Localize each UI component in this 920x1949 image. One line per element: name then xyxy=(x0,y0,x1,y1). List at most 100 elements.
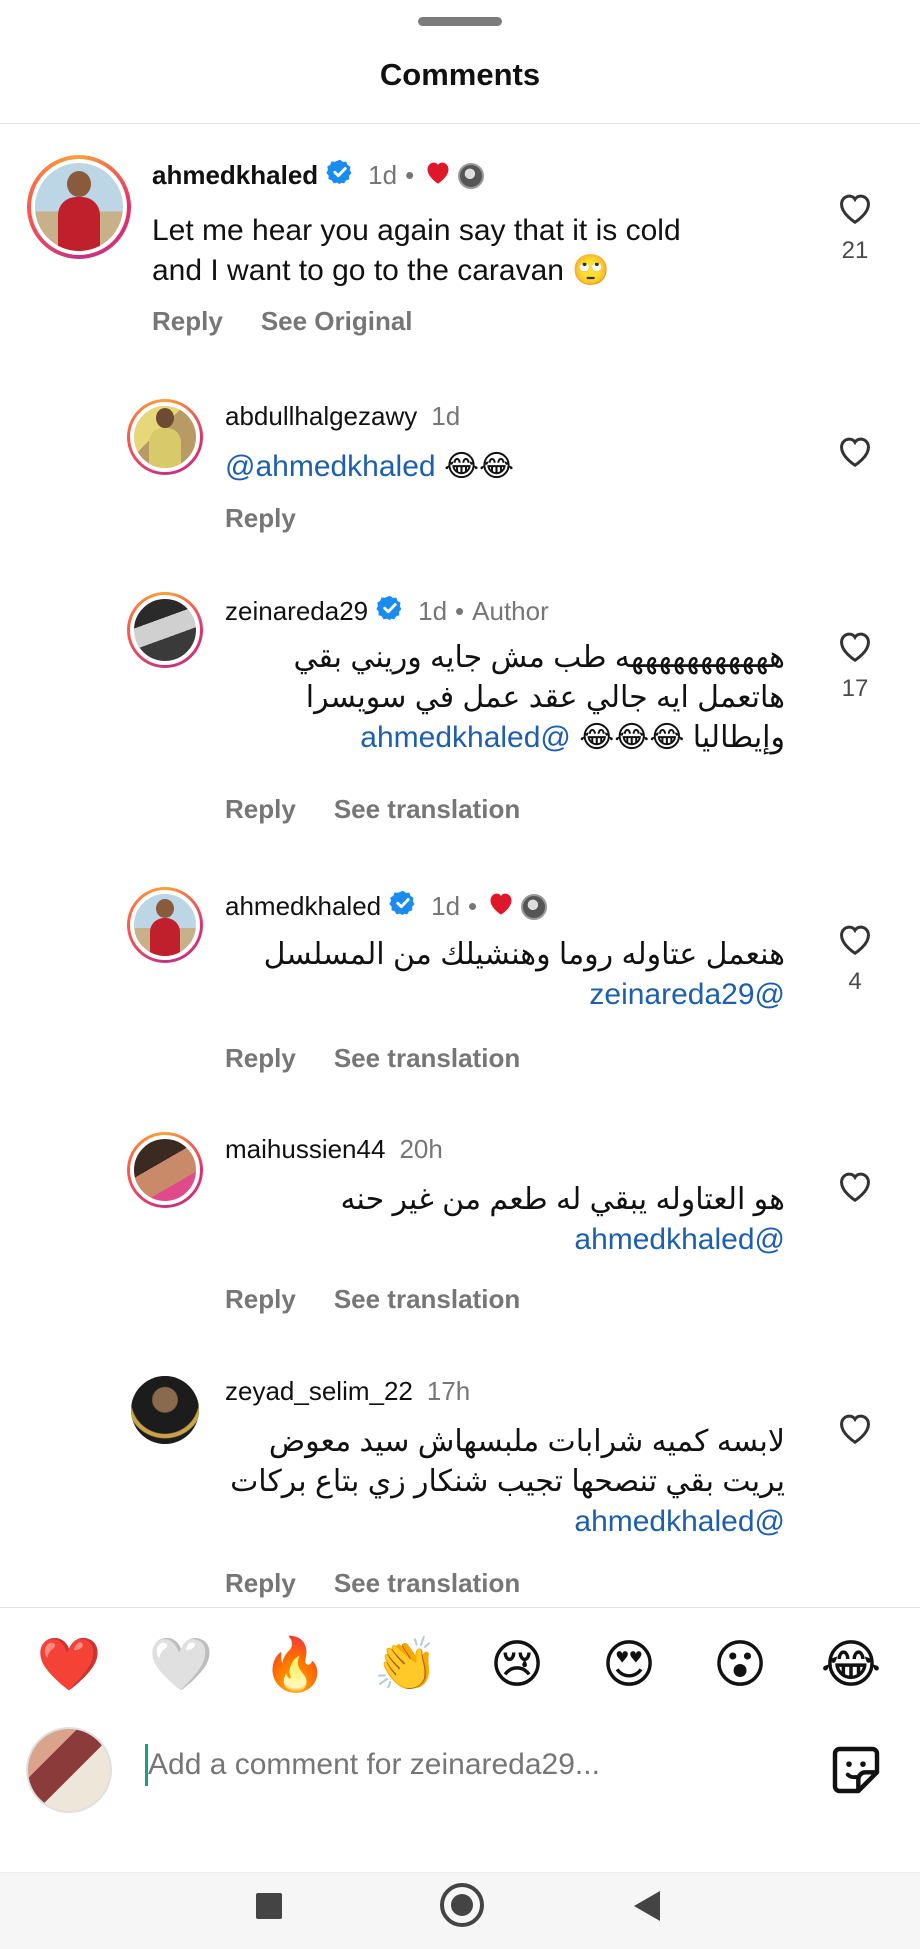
like-control xyxy=(825,1168,885,1209)
comment-actions: Reply See translation xyxy=(225,1284,520,1315)
see-original-button[interactable]: See Original xyxy=(261,306,413,337)
comment-text-content: 😂😂 xyxy=(443,450,515,483)
comment-text: @ahmedkhaled 😂😂 xyxy=(225,447,785,487)
like-control: 21 xyxy=(825,190,885,265)
reaction-divider xyxy=(0,1607,920,1608)
reply-button[interactable]: Reply xyxy=(225,794,296,825)
creator-avatar-icon xyxy=(521,893,548,920)
emoji-laughing[interactable]: 😂 xyxy=(816,1630,886,1700)
emoji-fire[interactable]: 🔥 xyxy=(260,1630,330,1700)
like-control: 4 xyxy=(825,921,885,996)
verified-badge-icon xyxy=(389,889,417,924)
creator-liked-heart-icon xyxy=(424,159,452,192)
avatar[interactable] xyxy=(27,155,131,259)
comment-text: هههههههههههه طب مش جايه وريني بقي هاتعمل… xyxy=(225,638,785,758)
comment-time: 20h xyxy=(399,1134,443,1164)
emoji-white-heart[interactable]: 🤍 xyxy=(146,1630,216,1700)
mention-link[interactable]: @ahmedkhaled xyxy=(225,450,436,483)
comment-actions: Reply See Original xyxy=(152,306,413,337)
emoji-surprised[interactable]: 😮 xyxy=(705,1630,775,1700)
comment-time: 1d xyxy=(431,891,461,921)
recents-square-icon[interactable] xyxy=(256,1893,282,1919)
see-translation-button[interactable]: See translation xyxy=(334,1043,520,1074)
reply-button[interactable]: Reply xyxy=(225,503,296,534)
comment-meta: ahmedkhaled 1d • xyxy=(225,889,548,924)
avatar[interactable] xyxy=(127,399,203,475)
heart-outline-icon[interactable] xyxy=(836,437,874,473)
comments-sheet: Comments ahmedkhaled 1d • Let me hear yo… xyxy=(0,0,920,1949)
see-translation-button[interactable]: See translation xyxy=(334,1568,520,1599)
verified-badge-icon xyxy=(376,594,404,629)
page-title: Comments xyxy=(379,57,541,92)
avatar[interactable] xyxy=(127,592,203,668)
back-triangle-icon[interactable] xyxy=(634,1891,660,1921)
like-control xyxy=(825,433,885,474)
heart-outline-icon[interactable] xyxy=(836,1414,874,1450)
mention-link[interactable]: @ahmedkhaled xyxy=(574,1223,785,1256)
comment-actions: Reply See translation xyxy=(225,1568,520,1599)
mention-link[interactable]: @ahmedkhaled xyxy=(360,721,571,754)
mention-link[interactable]: @zeinareda29 xyxy=(589,978,785,1011)
comment-text-content: هنعمل عتاوله روما وهنشيلك من المسلسل xyxy=(263,938,785,971)
emoji-clapping[interactable]: 👏 xyxy=(371,1630,441,1700)
comment-time: 1d xyxy=(431,401,461,431)
heart-outline-icon[interactable] xyxy=(836,194,874,230)
comment-meta: ahmedkhaled 1d • xyxy=(152,158,485,193)
reply-button[interactable]: Reply xyxy=(152,306,223,337)
comment-actions: Reply See translation xyxy=(225,794,520,825)
comment-meta: zeinareda29 1d • Author xyxy=(225,594,549,629)
sticker-icon[interactable] xyxy=(828,1742,884,1803)
separator: • xyxy=(455,596,465,626)
like-control: 17 xyxy=(825,628,885,703)
emoji-crying[interactable]: 😢 xyxy=(482,1630,552,1700)
creator-avatar-icon xyxy=(458,162,485,189)
heart-outline-icon[interactable] xyxy=(836,1172,874,1208)
username[interactable]: maihussien44 xyxy=(225,1134,385,1165)
comment-text: هو العتاوله يبقي له طعم من غير حنه @ahme… xyxy=(225,1180,785,1260)
like-control xyxy=(825,1410,885,1451)
verified-badge-icon xyxy=(326,158,354,193)
username[interactable]: zeyad_selim_22 xyxy=(225,1376,413,1407)
comment-text-content: لابسه كميه شرابات ملبسهاش سيد معوض يريت … xyxy=(230,1425,785,1498)
comment-input[interactable] xyxy=(148,1742,628,1788)
heart-outline-icon[interactable] xyxy=(836,632,874,668)
avatar[interactable] xyxy=(131,1376,199,1444)
reply-button[interactable]: Reply xyxy=(225,1043,296,1074)
avatar[interactable] xyxy=(127,1132,203,1208)
comment-time: 17h xyxy=(426,1376,471,1406)
comment-text: هنعمل عتاوله روما وهنشيلك من المسلسل @ze… xyxy=(225,935,785,1015)
emoji-reaction-bar: ❤️ 🤍 🔥 👏 😢 😍 😮 😂 xyxy=(0,1630,920,1700)
comment-meta: abdullhalgezawy 1d xyxy=(225,401,460,432)
comment-time: 1d xyxy=(368,160,398,190)
emoji-heart-eyes[interactable]: 😍 xyxy=(594,1630,664,1700)
username[interactable]: ahmedkhaled xyxy=(225,891,381,922)
separator: • xyxy=(468,891,478,921)
home-circle-icon[interactable] xyxy=(440,1883,484,1927)
separator: • xyxy=(405,160,415,190)
comment-text: Let me hear you again say that it is col… xyxy=(152,214,681,287)
see-translation-button[interactable]: See translation xyxy=(334,794,520,825)
comment-meta: zeyad_selim_22 17h xyxy=(225,1376,470,1407)
drag-handle[interactable] xyxy=(418,17,502,26)
mention-link[interactable]: @ahmedkhaled xyxy=(574,1505,785,1538)
heart-outline-icon[interactable] xyxy=(836,925,874,961)
username[interactable]: ahmedkhaled xyxy=(152,160,318,191)
creator-liked-heart-icon xyxy=(487,890,515,923)
see-translation-button[interactable]: See translation xyxy=(334,1284,520,1315)
like-count: 21 xyxy=(841,237,869,264)
username[interactable]: zeinareda29 xyxy=(225,596,368,627)
header-divider xyxy=(0,123,920,124)
reply-button[interactable]: Reply xyxy=(225,1284,296,1315)
comment-time: 1d xyxy=(418,596,448,626)
comment-meta: maihussien44 20h xyxy=(225,1134,443,1165)
current-user-avatar xyxy=(26,1727,112,1813)
reply-button[interactable]: Reply xyxy=(225,1568,296,1599)
system-navigation-bar xyxy=(0,1872,920,1949)
username[interactable]: abdullhalgezawy xyxy=(225,401,417,432)
avatar[interactable] xyxy=(127,887,203,963)
like-count: 17 xyxy=(841,675,869,702)
comment-actions: Reply xyxy=(225,503,296,534)
comment-text: لابسه كميه شرابات ملبسهاش سيد معوض يريت … xyxy=(225,1422,785,1542)
emoji-red-heart[interactable]: ❤️ xyxy=(34,1630,104,1700)
comment-composer xyxy=(0,1722,920,1813)
